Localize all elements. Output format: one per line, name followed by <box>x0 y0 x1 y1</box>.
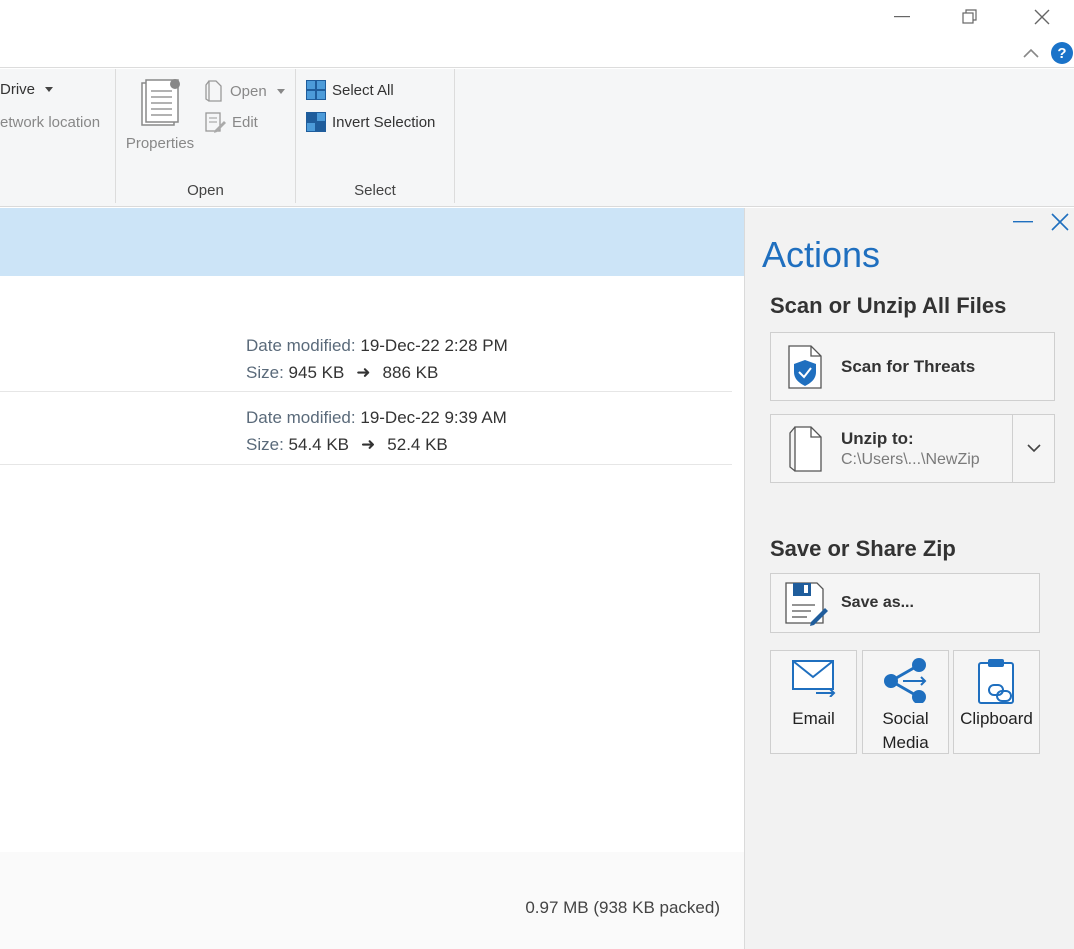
date-modified: Date modified: 19-Dec-22 9:39 AM <box>246 408 507 428</box>
edit-icon <box>205 112 226 133</box>
unzip-options-dropdown[interactable] <box>1012 414 1055 483</box>
selected-row-highlight[interactable] <box>0 208 744 276</box>
clipboard-button[interactable]: Clipboard <box>953 650 1040 754</box>
actions-close-button[interactable] <box>1047 209 1073 235</box>
actions-minimize-button[interactable] <box>1011 210 1035 234</box>
open-group-label: Open <box>187 182 224 199</box>
clipboard-label: Clipboard <box>960 709 1033 728</box>
open-file-icon <box>205 80 222 102</box>
close-icon <box>1051 213 1069 231</box>
edit-button[interactable]: Edit <box>204 111 258 133</box>
minimize-icon <box>894 16 910 18</box>
open-button[interactable]: Open <box>204 79 285 103</box>
file-size: Size: 54.4 KB ➜ 52.4 KB <box>246 435 448 455</box>
select-all-label: Select All <box>332 81 394 99</box>
size-packed: 886 KB <box>382 363 439 382</box>
properties-button[interactable]: Properties <box>124 79 196 152</box>
arrow-right-icon: ➜ <box>356 363 371 382</box>
size-packed: 52.4 KB <box>387 435 448 454</box>
social-media-button[interactable]: Social Media <box>862 650 949 754</box>
chevron-down-icon <box>45 87 54 92</box>
help-row: ? <box>1019 40 1074 66</box>
date-modified: Date modified: 19-Dec-22 2:28 PM <box>246 336 508 356</box>
size-original: 945 KB <box>288 363 345 382</box>
close-icon <box>1034 9 1050 25</box>
size-original: 54.4 KB <box>288 435 350 454</box>
properties-icon <box>141 79 180 126</box>
share-icon <box>883 658 926 703</box>
title-bar: ? <box>0 0 1074 68</box>
properties-label: Properties <box>125 135 195 152</box>
date-modified-value: 19-Dec-22 9:39 AM <box>360 408 507 427</box>
restore-button[interactable] <box>950 4 990 30</box>
section-scan-unzip: Scan or Unzip All Files <box>770 293 1007 318</box>
chevron-down-icon <box>1026 444 1041 453</box>
date-modified-value: 19-Dec-22 2:28 PM <box>360 336 508 355</box>
file-size: Size: 945 KB ➜ 886 KB <box>246 363 438 383</box>
minimize-icon <box>1013 221 1033 223</box>
file-list: Date modified: 19-Dec-22 2:28 PM Size: 9… <box>0 208 744 949</box>
status-bar: 0.97 MB (938 KB packed) <box>0 852 744 949</box>
actions-pane: Actions Scan or Unzip All Files Scan for… <box>744 208 1074 949</box>
scan-for-threats-label: Scan for Threats <box>841 356 976 376</box>
save-as-label: Save as... <box>841 594 914 611</box>
size-key: Size: <box>246 435 284 454</box>
select-all-button[interactable]: Select All <box>306 80 394 100</box>
restore-icon <box>962 9 977 24</box>
select-all-icon <box>306 80 326 100</box>
ribbon-group-select: Select All Invert Selection Select <box>296 69 455 203</box>
unzip-folder-icon <box>789 425 822 472</box>
scan-for-threats-button[interactable]: Scan for Threats <box>770 332 1055 401</box>
social-media-label: Social Media <box>882 709 929 752</box>
ribbon-group-location: Drive etwork location <box>0 69 116 203</box>
edit-label: Edit <box>232 113 258 131</box>
ribbon-group-open: Properties Open Edit Open <box>116 69 296 203</box>
ribbon: Drive etwork location Properties Open Ed… <box>0 69 1074 207</box>
select-group-label: Select <box>354 182 396 199</box>
actions-title: Actions <box>762 234 881 275</box>
file-row[interactable]: Date modified: 19-Dec-22 2:28 PM Size: 9… <box>0 320 732 392</box>
archive-size-summary: 0.97 MB (938 KB packed) <box>525 898 720 917</box>
file-row[interactable]: Date modified: 19-Dec-22 9:39 AM Size: 5… <box>0 393 732 465</box>
size-key: Size: <box>246 363 284 382</box>
minimize-button[interactable] <box>882 4 922 30</box>
invert-selection-label: Invert Selection <box>332 113 436 131</box>
unzip-to-label: Unzip to: <box>841 428 914 448</box>
drive-label: Drive <box>0 81 36 98</box>
section-save-share: Save or Share Zip <box>770 536 956 561</box>
save-icon <box>785 582 828 626</box>
close-window-button[interactable] <box>1022 4 1062 30</box>
email-label: Email <box>792 709 835 728</box>
chevron-down-icon <box>276 88 285 94</box>
date-modified-key: Date modified: <box>246 408 356 427</box>
network-location-button[interactable]: etwork location <box>0 114 100 131</box>
network-location-label: etwork location <box>0 114 101 131</box>
arrow-right-icon: ➜ <box>361 435 376 454</box>
chevron-up-icon <box>1023 48 1039 58</box>
email-button[interactable]: Email <box>770 650 857 754</box>
open-label: Open <box>230 82 267 100</box>
save-as-button[interactable]: Save as... <box>770 573 1040 633</box>
invert-selection-button[interactable]: Invert Selection <box>306 112 435 132</box>
email-icon <box>791 660 835 697</box>
help-icon[interactable]: ? <box>1051 42 1073 64</box>
date-modified-key: Date modified: <box>246 336 356 355</box>
shield-icon <box>788 344 822 389</box>
clipboard-icon <box>977 659 1014 704</box>
unzip-to-button[interactable]: Unzip to: C:\Users\...\NewZip <box>770 414 1013 483</box>
drive-button[interactable]: Drive <box>0 81 54 98</box>
collapse-ribbon-button[interactable] <box>1019 42 1043 64</box>
invert-selection-icon <box>306 112 326 132</box>
unzip-path: C:\Users\...\NewZip <box>841 450 980 468</box>
